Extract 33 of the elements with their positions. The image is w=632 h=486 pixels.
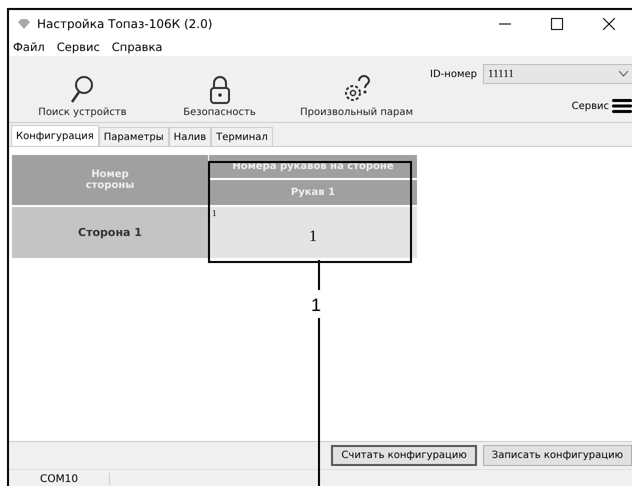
lock-icon: [208, 75, 231, 105]
action-button[interactable]: Записать конфигурацию: [482, 445, 632, 466]
toolbar-button[interactable]: Безопасность: [156, 56, 284, 122]
menu-icon: [612, 98, 632, 114]
cell-index: 1: [212, 208, 216, 218]
service-button[interactable]: Сервис: [572, 98, 632, 114]
tab[interactable]: Параметры: [98, 127, 169, 146]
status-port: COM10: [9, 473, 110, 485]
column-header: Рукав 1: [209, 180, 417, 205]
row-header: Сторона 1: [12, 207, 208, 258]
menu-item[interactable]: Файл: [13, 40, 45, 54]
id-label: ID-номер: [430, 68, 477, 80]
tab[interactable]: Налив: [168, 127, 212, 146]
table-cell[interactable]: 1 1: [209, 207, 417, 258]
maximize-icon: [551, 18, 563, 30]
chevron-icon: [619, 71, 628, 77]
window-title: Настройка Топаз-106К (2.0): [37, 17, 214, 31]
id-dropdown[interactable]: 11111: [483, 64, 632, 84]
search-icon: [69, 75, 96, 105]
gem-icon: [17, 18, 31, 30]
toolbar-button[interactable]: Поиск устройств: [9, 56, 156, 122]
cell-value: 1: [309, 228, 317, 246]
menu-item[interactable]: Сервис: [56, 40, 100, 54]
action-button[interactable]: Считать конфигурацию: [331, 445, 477, 466]
column-header: Номер стороны: [12, 155, 208, 205]
callout-label: 1: [311, 295, 322, 316]
close-icon: [603, 18, 615, 30]
menu-item[interactable]: Справка: [112, 40, 162, 54]
tab[interactable]: Конфигурация: [11, 125, 99, 146]
tab[interactable]: Терминал: [211, 127, 273, 146]
leader-line: [318, 260, 320, 290]
toolbar-button[interactable]: Произвольный парам: [283, 56, 430, 122]
column-group-header: Номера рукавов на стороне: [209, 155, 417, 178]
